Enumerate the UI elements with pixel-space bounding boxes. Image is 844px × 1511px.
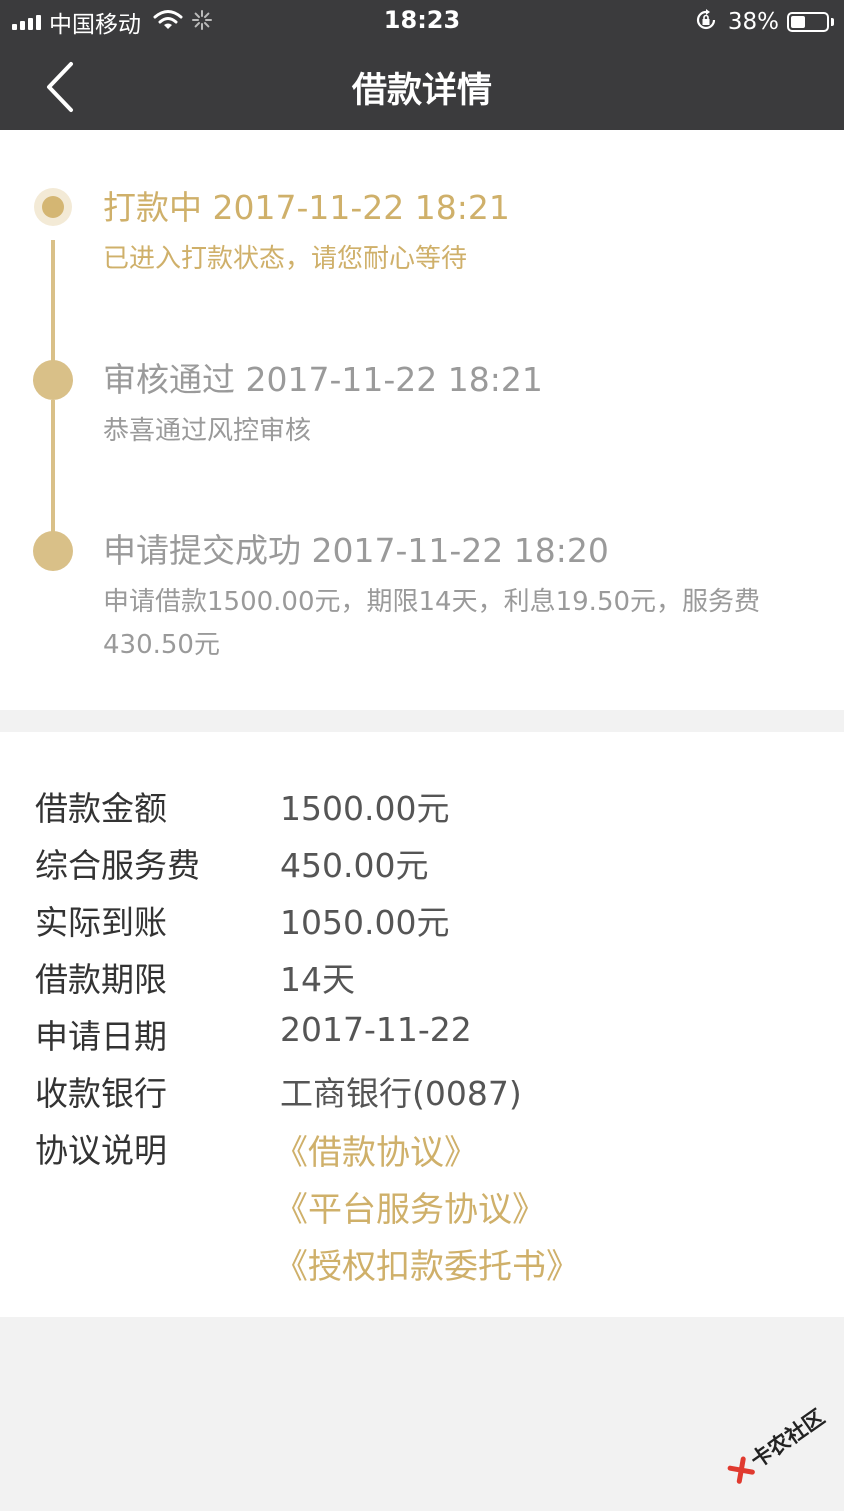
detail-row-amount: 借款金额 1500.00元 <box>0 782 844 839</box>
timeline-dot-active <box>34 188 72 226</box>
debit-authorization-link[interactable]: 《授权扣款委托书》 <box>274 1239 580 1288</box>
timeline-connector <box>51 240 55 380</box>
loan-details: 借款金额 1500.00元 综合服务费 450.00元 实际到账 1050.00… <box>0 732 844 1317</box>
detail-row-term: 借款期限 14天 <box>0 953 844 1010</box>
timeline-title: 审核通过 2017-11-22 18:21 <box>103 360 543 399</box>
page-title: 借款详情 <box>351 71 492 111</box>
detail-label: 收款银行 <box>35 1074 167 1113</box>
detail-row-received: 实际到账 1050.00元 <box>0 896 844 953</box>
detail-value: 1050.00元 <box>280 903 450 942</box>
timeline-dot <box>33 531 73 571</box>
detail-label: 综合服务费 <box>35 846 200 885</box>
timeline-title: 申请提交成功 2017-11-22 18:20 <box>103 531 609 570</box>
timeline-desc: 恭喜通过风控审核 <box>103 416 312 446</box>
detail-value: 2017-11-22 <box>280 1010 472 1049</box>
loan-agreement-link[interactable]: 《借款协议》 <box>274 1125 478 1174</box>
detail-label: 申请日期 <box>35 1017 167 1056</box>
detail-label: 借款期限 <box>35 960 167 999</box>
detail-value: 14天 <box>280 960 355 999</box>
status-timeline: 打款中 2017-11-22 18:21 已进入打款状态，请您耐心等待 审核通过… <box>0 130 844 710</box>
detail-row-bank: 收款银行 工商银行(0087) <box>0 1067 844 1124</box>
detail-row-date: 申请日期 2017-11-22 <box>0 1010 844 1067</box>
nav-bar: 借款详情 <box>0 44 844 130</box>
battery-percent: 38% <box>727 9 779 35</box>
timeline-title: 打款中 2017-11-22 18:21 <box>103 188 510 227</box>
detail-value: 工商银行(0087) <box>280 1074 522 1113</box>
watermark: 卡农社区 <box>708 1378 844 1511</box>
detail-value: 450.00元 <box>280 846 429 885</box>
status-right: 38% <box>694 7 834 37</box>
timeline-dot <box>33 360 73 400</box>
timeline-connector <box>51 400 55 550</box>
detail-row-service-fee: 综合服务费 450.00元 <box>0 839 844 896</box>
battery-icon <box>787 12 829 32</box>
battery-cap <box>831 18 834 26</box>
timeline-desc: 申请借款1500.00元，期限14天，利息19.50元，服务费430.50元 <box>103 587 761 660</box>
platform-service-agreement-link[interactable]: 《平台服务协议》 <box>274 1182 546 1231</box>
detail-label: 协议说明 <box>35 1131 167 1170</box>
timeline-desc: 已进入打款状态，请您耐心等待 <box>103 244 468 274</box>
detail-label: 实际到账 <box>35 903 167 942</box>
status-bar: 中国移动 18:23 38% <box>0 0 844 44</box>
rotation-lock-icon <box>694 8 718 36</box>
detail-value: 1500.00元 <box>280 789 450 828</box>
detail-label: 借款金额 <box>35 789 167 828</box>
watermark-text: 卡农社区 <box>746 1404 829 1473</box>
